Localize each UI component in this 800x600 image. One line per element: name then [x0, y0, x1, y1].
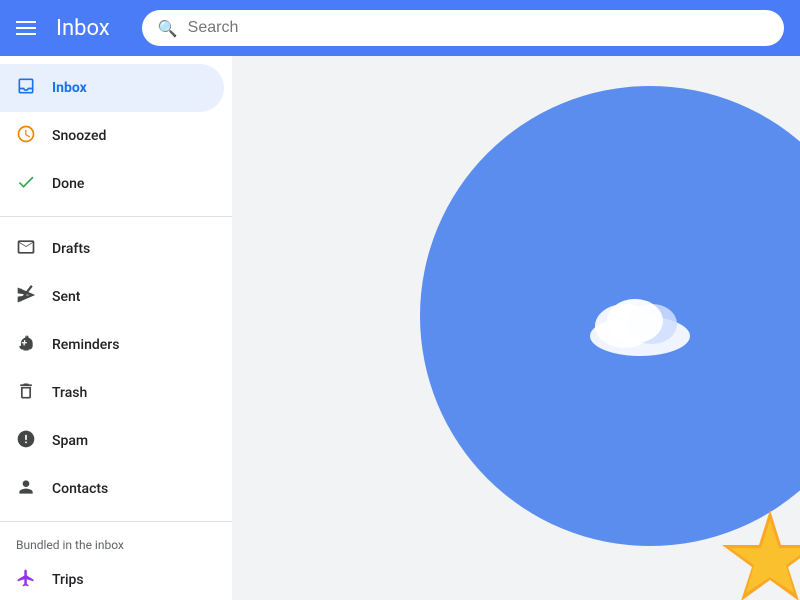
sidebar-item-contacts[interactable]: Contacts [0, 465, 224, 513]
sidebar-item-drafts[interactable]: Drafts [0, 225, 224, 273]
sent-icon [16, 285, 36, 310]
sidebar: Inbox Snoozed Done Drafts [0, 56, 232, 600]
trash-icon [16, 381, 36, 406]
contacts-icon [16, 477, 36, 502]
sidebar-item-reminders-label: Reminders [52, 337, 119, 353]
sidebar-item-sent[interactable]: Sent [0, 273, 224, 321]
sidebar-item-inbox-label: Inbox [52, 80, 87, 96]
main-content [232, 56, 800, 600]
header-title: Inbox [56, 16, 110, 41]
drafts-icon [16, 237, 36, 262]
app-layout: Inbox Snoozed Done Drafts [0, 56, 800, 600]
sidebar-item-spam-label: Spam [52, 433, 88, 449]
sidebar-item-spam[interactable]: Spam [0, 417, 224, 465]
sidebar-item-snoozed-label: Snoozed [52, 128, 106, 144]
trips-icon [16, 568, 36, 593]
sidebar-item-sent-label: Sent [52, 289, 80, 305]
illustration-cloud [580, 286, 700, 356]
snoozed-icon [16, 124, 36, 149]
sidebar-item-done[interactable]: Done [0, 160, 224, 208]
sidebar-item-reminders[interactable]: Reminders [0, 321, 224, 369]
bundled-section-label: Bundled in the inbox [0, 530, 232, 556]
sidebar-item-contacts-label: Contacts [52, 481, 108, 497]
sidebar-item-trips-label: Trips [52, 572, 84, 588]
sidebar-item-inbox[interactable]: Inbox [0, 64, 224, 112]
sidebar-item-trips[interactable]: Trips [0, 556, 224, 600]
search-bar: 🔍 [142, 10, 784, 46]
sidebar-item-trash-label: Trash [52, 385, 87, 401]
sidebar-divider-2 [0, 521, 232, 522]
sidebar-item-drafts-label: Drafts [52, 241, 90, 257]
search-input[interactable] [188, 19, 768, 37]
header: Inbox 🔍 [0, 0, 800, 56]
inbox-icon [16, 76, 36, 101]
search-icon: 🔍 [158, 19, 178, 38]
illustration-star [720, 510, 800, 600]
done-icon [16, 172, 36, 197]
menu-icon[interactable] [16, 21, 40, 35]
sidebar-divider-1 [0, 216, 232, 217]
reminders-icon [16, 333, 36, 358]
sidebar-item-trash[interactable]: Trash [0, 369, 224, 417]
sidebar-item-snoozed[interactable]: Snoozed [0, 112, 224, 160]
spam-icon [16, 429, 36, 454]
sidebar-item-done-label: Done [52, 176, 84, 192]
